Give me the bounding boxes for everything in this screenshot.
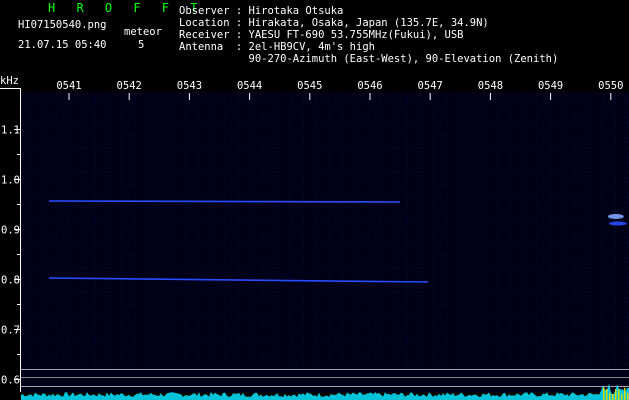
noise-peak	[606, 389, 608, 400]
noise-peak	[612, 393, 614, 400]
noise-peak	[615, 389, 617, 400]
plot-background	[21, 92, 629, 392]
meteor-echo	[607, 214, 624, 219]
x-tick-label: 0548	[478, 80, 503, 92]
x-tick-label: 0541	[56, 80, 81, 92]
x-tick-label: 0543	[177, 80, 202, 92]
noise-peak	[603, 387, 605, 400]
noise-peak	[624, 387, 626, 400]
x-tick-label: 0546	[357, 80, 382, 92]
y-tick-label: 0.7	[1, 325, 20, 337]
x-tick-label: 0547	[418, 80, 443, 92]
x-tick-label: 0545	[297, 80, 322, 92]
y-tick-label: 0.8	[1, 275, 20, 287]
spectrogram-chart: kHz 1.1 1.0 0.9 0.8 0.7 0.6 0541 0542 0543 0544 054…	[0, 75, 629, 400]
meteor-echo-tail	[608, 221, 627, 226]
y-tick-label: 0.9	[1, 225, 20, 237]
x-tick-label: 0549	[538, 80, 563, 92]
carrier-trace	[48, 200, 401, 203]
noise-peak	[609, 393, 611, 400]
noise-peak	[621, 393, 623, 400]
y-tick-label: 1.1	[1, 125, 20, 137]
x-tick-label: 0542	[117, 80, 142, 92]
noise-peak	[618, 389, 620, 400]
y-tick-label: 1.0	[1, 175, 20, 187]
y-axis-label: kHz	[0, 75, 19, 87]
y-tick-label: 0.6	[1, 375, 20, 387]
noise-peak	[627, 393, 629, 400]
x-tick-label: 0544	[237, 80, 262, 92]
x-tick-label: 0550	[598, 80, 623, 92]
